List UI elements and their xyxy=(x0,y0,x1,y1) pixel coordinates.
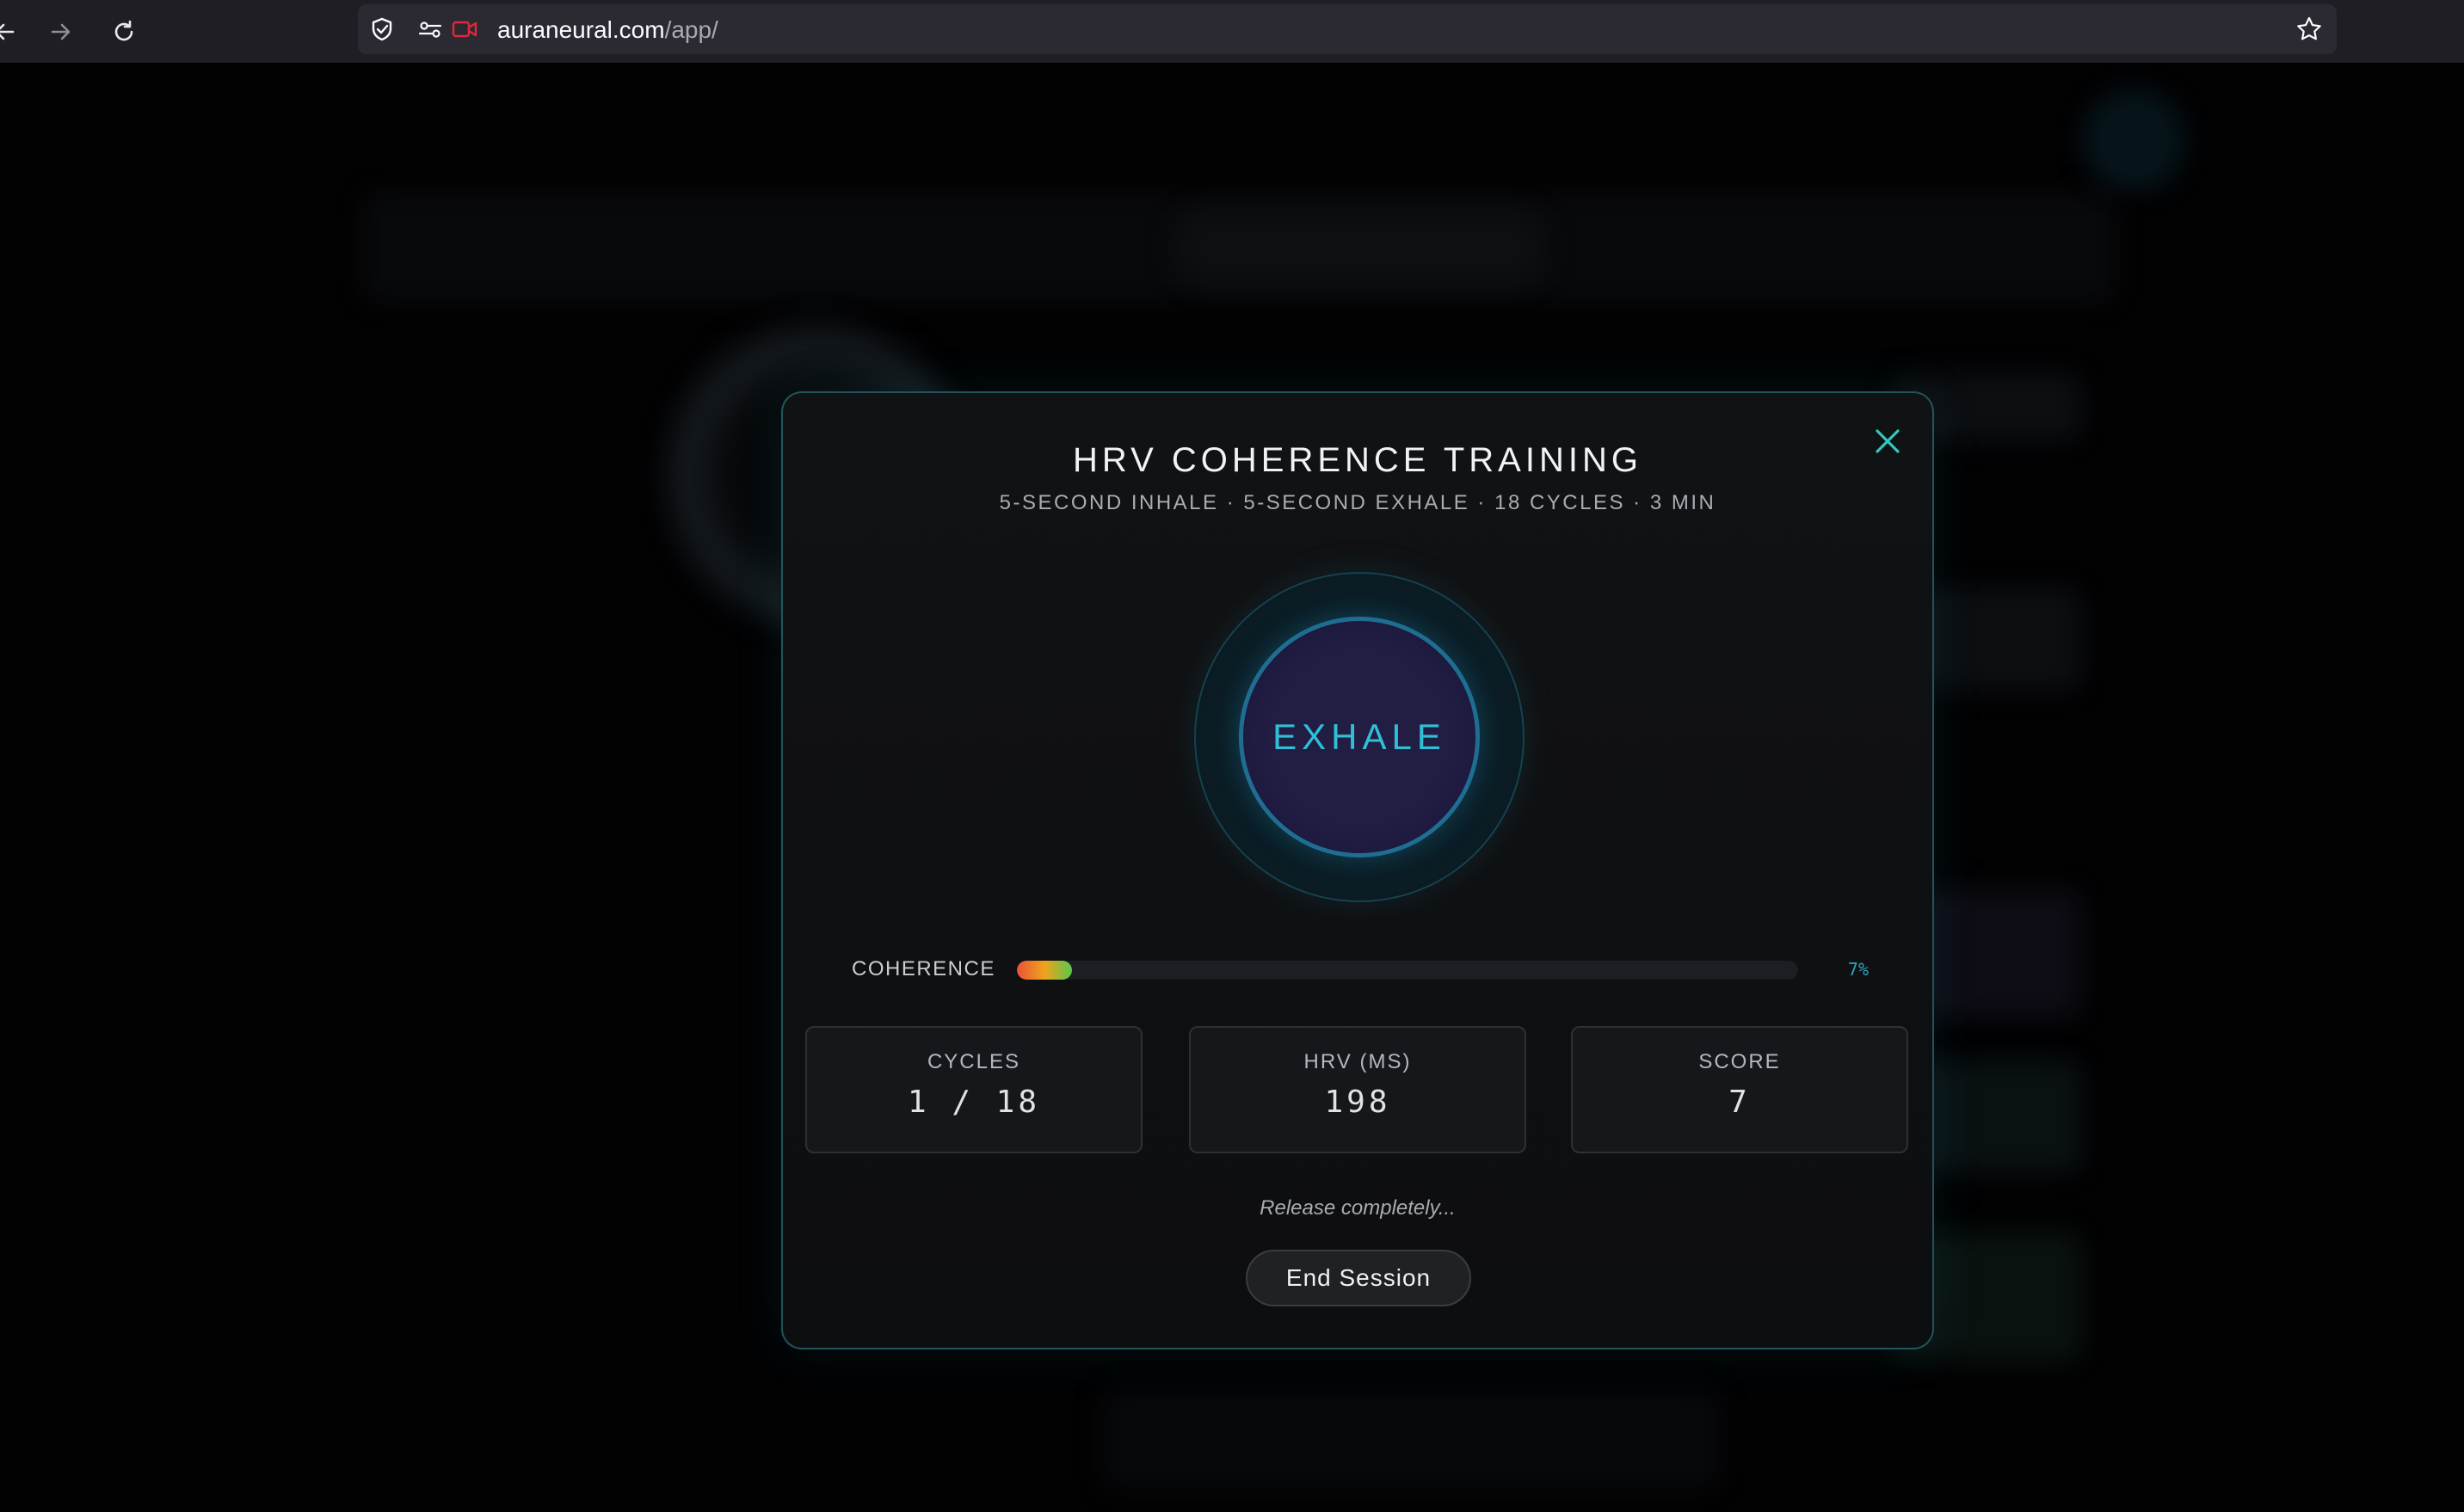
url-path: /app/ xyxy=(664,16,718,43)
stat-value: 7 xyxy=(1728,1085,1751,1120)
forward-arrow-icon[interactable] xyxy=(41,12,81,52)
back-arrow-icon[interactable] xyxy=(0,12,24,52)
stat-label: SCORE xyxy=(1698,1050,1781,1073)
backdrop-footer-card xyxy=(1101,1387,1721,1490)
stat-card-cycles: CYCLES 1 / 18 xyxy=(805,1026,1143,1153)
address-bar[interactable]: auraneural.com/app/ xyxy=(358,4,2337,54)
backdrop-pill xyxy=(1170,209,1549,286)
modal-subtitle: 5-SECOND INHALE · 5-SECOND EXHALE · 18 C… xyxy=(999,491,1716,514)
hrv-training-modal: HRV COHERENCE TRAINING 5-SECOND INHALE ·… xyxy=(781,391,1934,1349)
star-icon[interactable] xyxy=(2295,15,2323,43)
stat-label: CYCLES xyxy=(927,1050,1021,1073)
browser-toolbar: auraneural.com/app/ xyxy=(0,0,2464,63)
breath-orb: EXHALE xyxy=(1239,617,1480,857)
backdrop-status-orb xyxy=(2082,89,2185,192)
stat-label: HRV (MS) xyxy=(1303,1050,1412,1073)
breath-phase-label: EXHALE xyxy=(1272,716,1446,757)
permissions-icon[interactable] xyxy=(416,15,444,43)
breath-orb-outer: EXHALE xyxy=(1194,572,1525,902)
url-domain: auraneural.com xyxy=(497,16,665,43)
stat-value: 1 / 18 xyxy=(907,1085,1041,1120)
url-text[interactable]: auraneural.com/app/ xyxy=(497,16,718,44)
breath-hint: Release completely... xyxy=(1260,1196,1456,1220)
reload-icon[interactable] xyxy=(104,12,144,52)
stat-card-hrv: HRV (MS) 198 xyxy=(1189,1026,1526,1153)
stat-card-score: SCORE 7 xyxy=(1571,1026,1908,1153)
shield-icon[interactable] xyxy=(368,15,396,43)
modal-title: HRV COHERENCE TRAINING xyxy=(1073,441,1642,479)
end-session-button[interactable]: End Session xyxy=(1246,1250,1471,1306)
coherence-percent: 7% xyxy=(1847,959,1869,980)
coherence-bar xyxy=(1017,961,1798,980)
coherence-bar-fill xyxy=(1017,961,1072,980)
coherence-label: COHERENCE xyxy=(852,957,995,980)
camera-active-icon[interactable] xyxy=(451,15,478,43)
stat-value: 198 xyxy=(1324,1085,1391,1120)
